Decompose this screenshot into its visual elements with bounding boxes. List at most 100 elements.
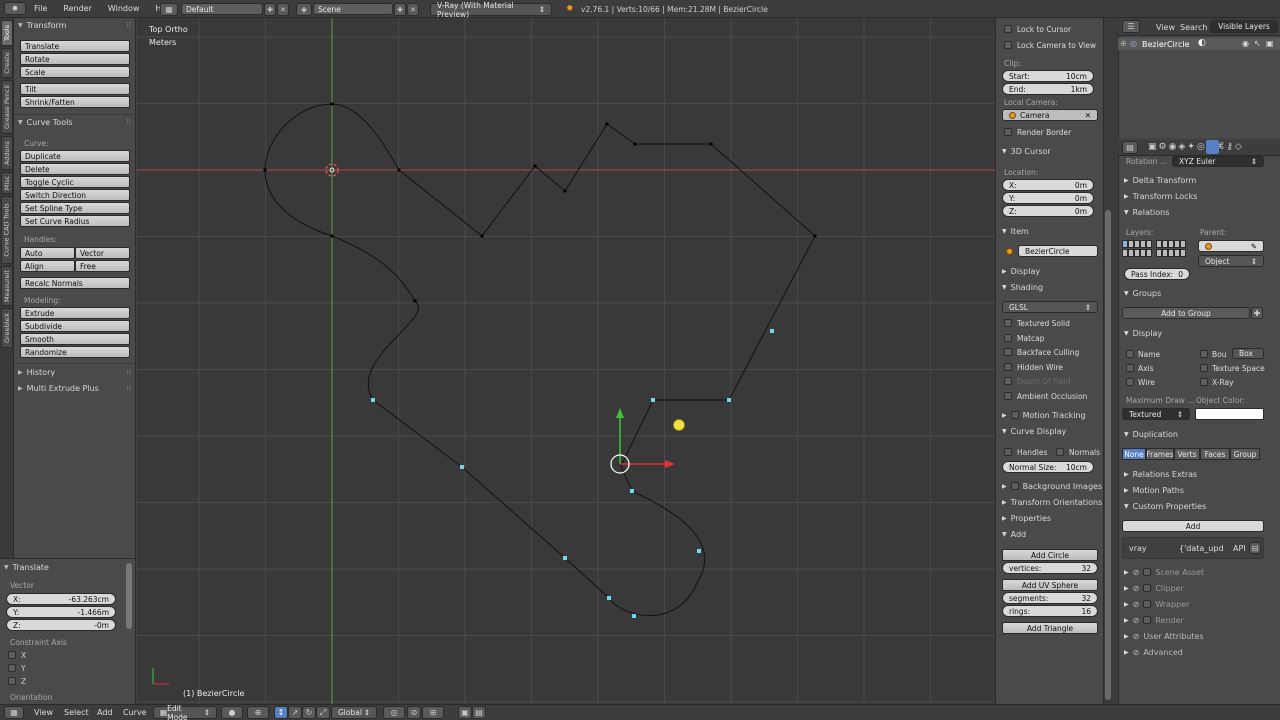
subpanel-header[interactable]: ▶ ⊘ Advanced xyxy=(1124,646,1183,658)
object-origin-icon[interactable] xyxy=(673,419,685,431)
tab-curve-cad-tools[interactable]: Curve CAD Tools xyxy=(1,196,13,264)
texture-space-checkbox[interactable] xyxy=(1200,364,1208,372)
panel-duplication-header[interactable]: ▼ Duplication xyxy=(1124,428,1178,440)
control-point[interactable] xyxy=(413,299,417,303)
subpanel-checkbox[interactable] xyxy=(1143,600,1152,608)
panel-delta-transform-header[interactable]: ▶ Delta Transform xyxy=(1124,174,1196,186)
enabled-check-icon[interactable]: ⊘ xyxy=(1133,584,1140,593)
selected-control-point[interactable] xyxy=(770,329,774,333)
vector-x-field[interactable]: X: -63.263cm xyxy=(6,593,116,605)
smooth-button[interactable]: Smooth xyxy=(20,333,130,345)
enabled-check-icon[interactable]: ⊘ xyxy=(1133,600,1140,609)
panel-add-header[interactable]: ▼ Add xyxy=(1002,528,1026,540)
snap-element-icon[interactable]: ⊞ xyxy=(422,706,444,719)
outliner-row[interactable]: ⊕ ◎ BezierCircle ◐ ◉ ↖ ▣ xyxy=(1118,38,1280,50)
shading-mode-select[interactable]: GLSL ⇕ xyxy=(1002,301,1098,313)
translate-button[interactable]: Translate xyxy=(20,40,130,52)
shrink-fatten-button[interactable]: Shrink/Fatten xyxy=(20,96,130,108)
menu-add[interactable]: Add xyxy=(97,708,113,717)
duplication-mode-frames[interactable]: Frames xyxy=(1146,448,1174,460)
add-group-plus-icon[interactable]: ✚ xyxy=(1251,307,1263,319)
drag-grip-icon[interactable]: ⁞⁞ xyxy=(127,21,131,29)
layer-toggle[interactable] xyxy=(1146,249,1152,257)
blender-logo-icon[interactable]: ✹ xyxy=(4,2,26,15)
rotate-manipulator-icon[interactable]: ↻ xyxy=(302,706,316,719)
clip-start-field[interactable]: Start: 10cm xyxy=(1002,70,1094,82)
xray-checkbox[interactable] xyxy=(1200,378,1208,386)
opengl-render-icon[interactable]: ▤ xyxy=(472,706,486,719)
scale-button[interactable]: Scale xyxy=(20,66,130,78)
add-scene-icon[interactable]: ✚ xyxy=(394,3,406,16)
shading-option-checkbox[interactable] xyxy=(1004,362,1012,371)
layer-toggle[interactable] xyxy=(1146,240,1152,248)
subpanel-header[interactable]: ▶ ⊘ Wrapper xyxy=(1124,598,1189,610)
enabled-check-icon[interactable]: ⊘ xyxy=(1133,648,1140,657)
properties-editor-icon[interactable]: ▤ xyxy=(1122,141,1138,154)
normal-size-field[interactable]: Normal Size: 10cm xyxy=(1002,461,1094,473)
editor-type-icon[interactable]: ▦ xyxy=(4,706,24,719)
selected-control-point[interactable] xyxy=(607,596,611,600)
control-point[interactable] xyxy=(330,102,334,106)
subpanel-header[interactable]: ▶ ⊘ Scene Asset xyxy=(1124,566,1204,578)
operator-scrollbar[interactable] xyxy=(126,563,132,629)
duplication-mode-group[interactable]: Group xyxy=(1230,448,1260,460)
duplication-mode-verts[interactable]: Verts xyxy=(1174,448,1200,460)
set-spline-type-button[interactable]: Set Spline Type xyxy=(20,202,130,214)
panel-transform-orientations-header[interactable]: ▶ Transform Orientations xyxy=(1002,496,1102,508)
rotate-button[interactable]: Rotate xyxy=(20,53,130,65)
vertices-field[interactable]: vertices: 32 xyxy=(1002,562,1098,574)
scene-field[interactable]: Scene xyxy=(313,3,393,15)
selected-control-point[interactable] xyxy=(630,489,634,493)
menu-curve[interactable]: Curve xyxy=(123,708,147,717)
enabled-check-icon[interactable]: ⊘ xyxy=(1133,616,1140,625)
normals-checkbox[interactable] xyxy=(1056,448,1064,456)
panel-history-header[interactable]: ▶ History xyxy=(18,366,55,378)
parent-type-select[interactable]: Object ⇕ xyxy=(1198,255,1264,267)
drag-grip-icon[interactable]: ⁞⁞ xyxy=(127,384,131,392)
close-layout-icon[interactable]: ✕ xyxy=(277,3,289,16)
layer-toggle[interactable] xyxy=(1180,240,1186,248)
subpanel-header[interactable]: ▶ ⊘ Clipper xyxy=(1124,582,1184,594)
constraint-z-checkbox[interactable] xyxy=(8,677,16,685)
pass-index-field[interactable]: Pass Index: 0 xyxy=(1124,268,1190,280)
outliner-editor-icon[interactable]: ☰ xyxy=(1122,20,1140,33)
layout-field[interactable]: Default xyxy=(181,3,263,15)
tab-grease-pencil[interactable]: Grease Pencil xyxy=(1,80,13,134)
item-name-field[interactable]: BezierCircle xyxy=(1018,245,1098,257)
panel-display-header[interactable]: ▼ Display xyxy=(1124,327,1162,339)
selected-control-point[interactable] xyxy=(727,398,731,402)
layer-toggle[interactable] xyxy=(1180,249,1186,257)
subpanel-checkbox[interactable] xyxy=(1143,584,1152,592)
n-panel-scrollbar[interactable] xyxy=(1105,210,1111,700)
panel-motion-paths-header[interactable]: ▶ Motion Paths xyxy=(1124,484,1184,496)
set-curve-radius-button[interactable]: Set Curve Radius xyxy=(20,215,130,227)
vector-y-field[interactable]: Y: -1.466m xyxy=(6,606,116,618)
panel-transform-locks-header[interactable]: ▶ Transform Locks xyxy=(1124,190,1197,202)
subpanel-header[interactable]: ▶ ⊘ Render xyxy=(1124,614,1184,626)
enabled-check-icon[interactable]: ⊘ xyxy=(1133,568,1140,577)
tab-measureit[interactable]: Measureit xyxy=(1,266,13,306)
cursor-y-field[interactable]: Y: 0m xyxy=(1002,192,1094,204)
3d-viewport[interactable]: Top Ortho Meters (1) BezierCircle xyxy=(137,18,995,704)
panel-relations-header[interactable]: ▼ Relations xyxy=(1124,206,1169,218)
control-point[interactable] xyxy=(563,189,567,193)
local-camera-field[interactable]: Camera ✕ xyxy=(1002,109,1098,121)
orientation-select[interactable]: Global ⇕ xyxy=(331,706,377,719)
cursor-z-field[interactable]: Z: 0m xyxy=(1002,205,1094,217)
constraint-y-checkbox[interactable] xyxy=(8,664,16,672)
enabled-check-icon[interactable]: ⊘ xyxy=(1133,632,1140,641)
pivot-point-icon[interactable]: ⊕ xyxy=(247,706,269,719)
gizmo-y-arrow-icon[interactable] xyxy=(616,408,624,418)
viewport-shading-icon[interactable]: ● xyxy=(221,706,243,719)
object-color-swatch[interactable] xyxy=(1195,408,1264,420)
drag-grip-icon[interactable]: ⁞⁞ xyxy=(127,368,131,376)
select-arrow-icon[interactable]: ↖ xyxy=(1254,39,1261,48)
lock-camera-checkbox[interactable] xyxy=(1004,41,1012,49)
panel-3d-cursor-header[interactable]: ▼ 3D Cursor xyxy=(1002,145,1051,157)
segments-field[interactable]: segments: 32 xyxy=(1002,592,1098,604)
menu-window[interactable]: Window xyxy=(100,4,148,13)
add-circle-button[interactable]: Add Circle xyxy=(1002,549,1098,561)
bezier-curve[interactable] xyxy=(264,103,816,617)
eyedropper-icon[interactable]: ✎ xyxy=(1251,242,1257,251)
translate-manipulator-icon[interactable]: ↗ xyxy=(288,706,302,719)
